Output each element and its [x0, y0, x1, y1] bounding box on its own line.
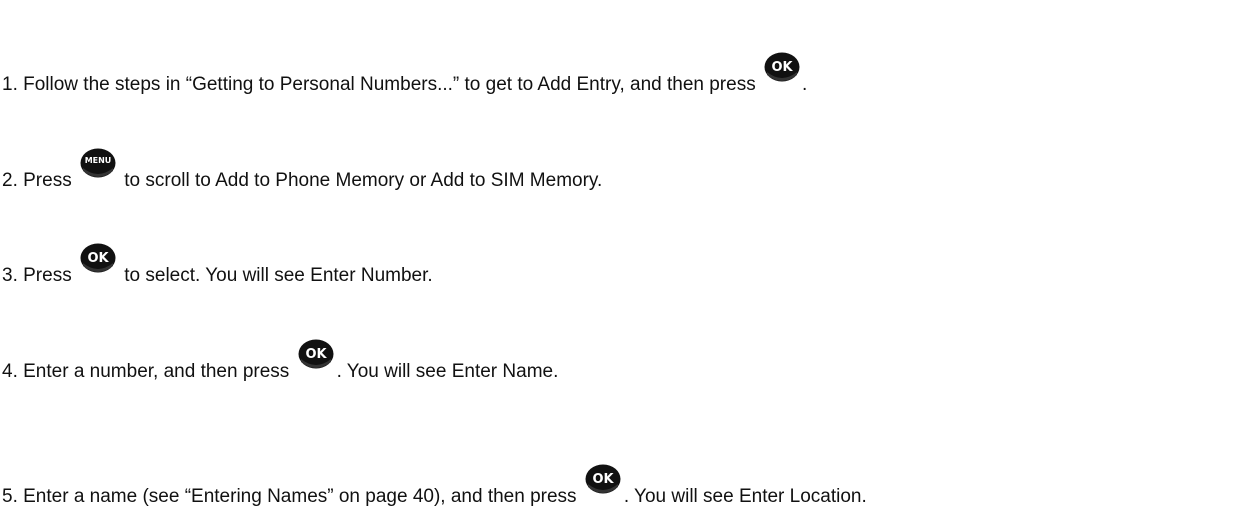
ok-key-label: OK [771, 60, 793, 75]
step-1-text: 1. Follow the steps in “Getting to Perso… [2, 74, 756, 95]
step-5-tail: . You will see Enter Location. [623, 486, 867, 507]
step-4: 4. Enter a number, and then press OK . Y… [2, 339, 559, 384]
step-1-tail: . [801, 74, 808, 95]
step-5: 5. Enter a name (see “Entering Names” on… [2, 464, 867, 509]
step-2-text: 2. Press [2, 170, 72, 191]
step-1: 1. Follow the steps in “Getting to Perso… [2, 52, 808, 97]
ok-key-icon: OK [763, 52, 801, 90]
step-3: 3. Press OK to select. You will see Ente… [2, 243, 433, 288]
step-3-text: 3. Press [2, 265, 72, 286]
step-4-tail: . You will see Enter Name. [336, 361, 559, 382]
menu-key-icon: MENU [79, 148, 117, 186]
ok-key-label: OK [305, 347, 327, 362]
step-5-text: 5. Enter a name (see “Entering Names” on… [2, 486, 577, 507]
step-2-tail: to scroll to Add to Phone Memory or Add … [118, 170, 603, 191]
ok-key-label: OK [592, 472, 614, 487]
ok-key-icon: OK [297, 339, 335, 377]
step-3-tail: to select. You will see Enter Number. [118, 265, 433, 286]
step-2: 2. Press MENU to scroll to Add to Phone … [2, 148, 603, 193]
step-4-text: 4. Enter a number, and then press [2, 361, 290, 382]
ok-key-icon: OK [79, 243, 117, 281]
ok-key-icon: OK [584, 464, 622, 502]
menu-key-label: MENU [85, 156, 112, 165]
ok-key-label: OK [87, 251, 109, 266]
